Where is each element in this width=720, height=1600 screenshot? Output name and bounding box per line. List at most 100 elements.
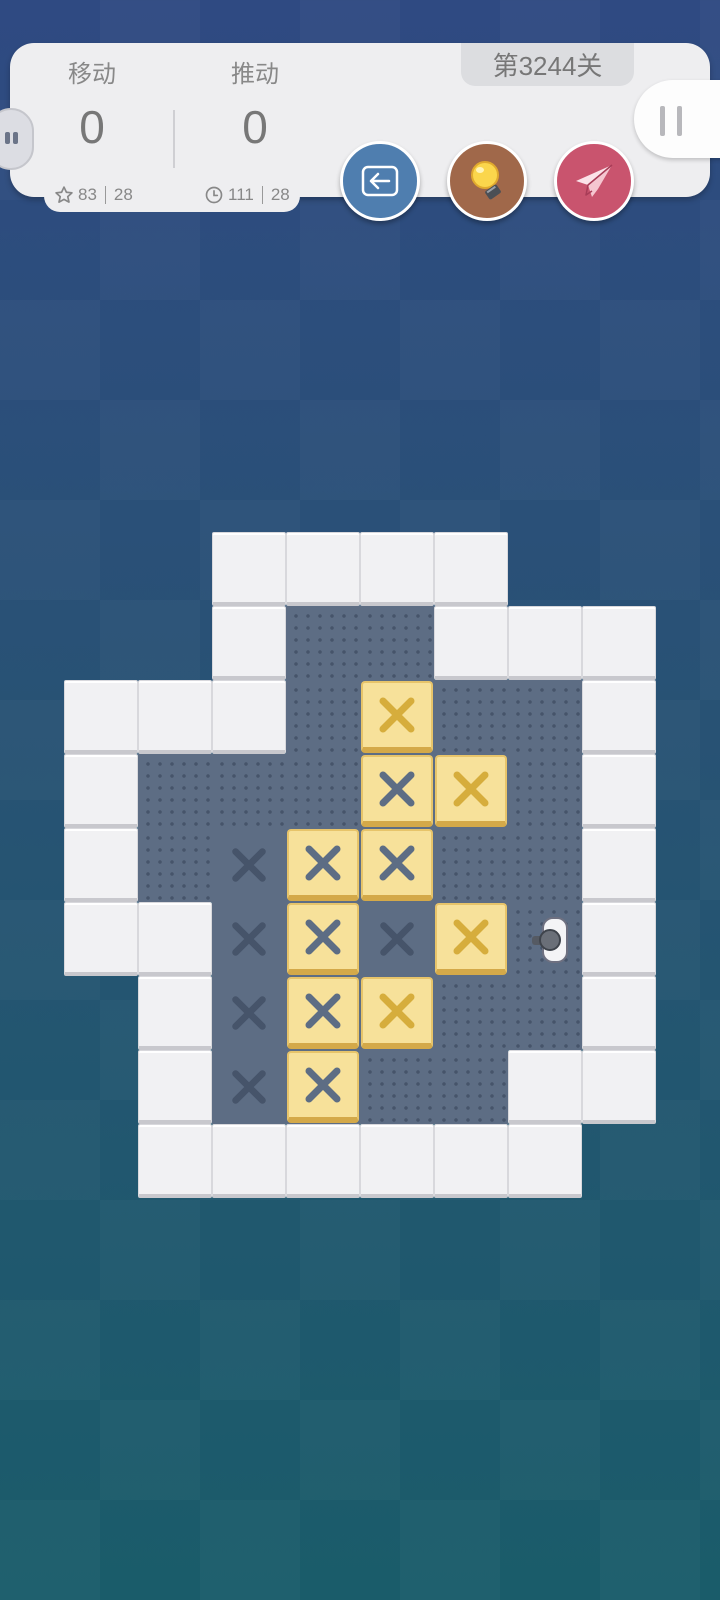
wall-tile (582, 828, 656, 902)
goal-x-icon (232, 848, 266, 882)
floor-tile (434, 902, 508, 976)
star-icon (55, 186, 73, 203)
player-icon[interactable] (526, 912, 574, 968)
share-button[interactable] (554, 141, 634, 221)
wall-tile (360, 532, 434, 606)
wall-tile (508, 1124, 582, 1198)
record-separator (261, 186, 263, 204)
level-label: 第3244关 (461, 43, 634, 86)
floor-tile (138, 754, 212, 828)
wall-tile (64, 902, 138, 976)
goal-x-icon (232, 1070, 266, 1104)
floor-tile (212, 754, 286, 828)
wall-tile (212, 532, 286, 606)
wall-tile (286, 532, 360, 606)
crate-on-goal[interactable] (287, 829, 359, 901)
undo-button[interactable] (340, 141, 420, 221)
wall-tile (212, 680, 286, 754)
crate-x-icon (379, 697, 415, 733)
crate[interactable] (361, 977, 433, 1049)
game-board[interactable] (64, 532, 656, 1198)
moves-record: 83 28 (54, 185, 133, 205)
stat-divider (173, 110, 175, 168)
goal-tile (212, 828, 286, 902)
wall-tile (434, 606, 508, 680)
floor-tile (360, 606, 434, 680)
hint-button[interactable] (447, 141, 527, 221)
wall-tile (582, 606, 656, 680)
floor-tile (434, 828, 508, 902)
wall-tile (64, 680, 138, 754)
goal-tile (360, 902, 434, 976)
wall-tile (212, 606, 286, 680)
back-arrow-icon (361, 165, 399, 197)
pause-button[interactable] (634, 80, 720, 158)
moves-stat: 移动 0 (27, 60, 157, 154)
wall-tile (138, 1050, 212, 1124)
floor-tile (138, 828, 212, 902)
moves-target: 28 (113, 185, 133, 204)
wall-tile (286, 1124, 360, 1198)
moves-label: 移动 (68, 61, 116, 88)
crate-x-icon (305, 993, 341, 1029)
floor-tile (434, 976, 508, 1050)
wall-tile (582, 680, 656, 754)
floor-tile (508, 902, 582, 976)
goal-x-icon (232, 996, 266, 1030)
pushes-record: 111 28 (204, 185, 290, 205)
pushes-stat: 推动 0 (190, 60, 320, 154)
crate[interactable] (361, 681, 433, 753)
crate[interactable] (435, 903, 507, 975)
wall-tile (508, 606, 582, 680)
goal-tile (286, 828, 360, 902)
wall-tile (64, 754, 138, 828)
goal-tile (212, 976, 286, 1050)
pushes-best: 111 (228, 185, 254, 204)
crate-on-goal[interactable] (287, 977, 359, 1049)
wall-tile (582, 754, 656, 828)
crate[interactable] (435, 755, 507, 827)
floor-tile (508, 976, 582, 1050)
crate-x-icon (453, 919, 489, 955)
bubble-dot-icon (13, 132, 18, 144)
bubble-dot-icon (5, 132, 10, 144)
goal-tile (286, 1050, 360, 1124)
goal-tile (360, 754, 434, 828)
floor-tile (360, 1050, 434, 1124)
floor-tile (508, 754, 582, 828)
paper-plane-icon (576, 164, 613, 197)
goal-x-icon (380, 922, 414, 956)
wall-tile (434, 1124, 508, 1198)
crate-on-goal[interactable] (287, 903, 359, 975)
crate-on-goal[interactable] (361, 829, 433, 901)
wall-tile (434, 532, 508, 606)
pushes-value: 0 (242, 101, 268, 153)
moves-value: 0 (79, 101, 105, 153)
wall-tile (582, 1050, 656, 1124)
goal-tile (360, 828, 434, 902)
pause-icon (660, 106, 665, 136)
crate-x-icon (305, 845, 341, 881)
wall-tile (138, 1124, 212, 1198)
wall-tile (508, 1050, 582, 1124)
wall-tile (582, 976, 656, 1050)
goal-tile (212, 902, 286, 976)
wall-tile (360, 1124, 434, 1198)
clock-icon (205, 186, 223, 204)
wall-tile (212, 1124, 286, 1198)
floor-tile (434, 1050, 508, 1124)
floor-tile (360, 680, 434, 754)
wall-tile (64, 828, 138, 902)
floor-tile (508, 680, 582, 754)
pause-icon (677, 106, 682, 136)
crate-x-icon (379, 993, 415, 1029)
wall-tile (138, 680, 212, 754)
goal-tile (212, 1050, 286, 1124)
crate-x-icon (379, 771, 415, 807)
crate-on-goal[interactable] (287, 1051, 359, 1123)
goal-tile (286, 976, 360, 1050)
floor-tile (286, 680, 360, 754)
crate-on-goal[interactable] (361, 755, 433, 827)
goal-tile (286, 902, 360, 976)
floor-tile (286, 606, 360, 680)
